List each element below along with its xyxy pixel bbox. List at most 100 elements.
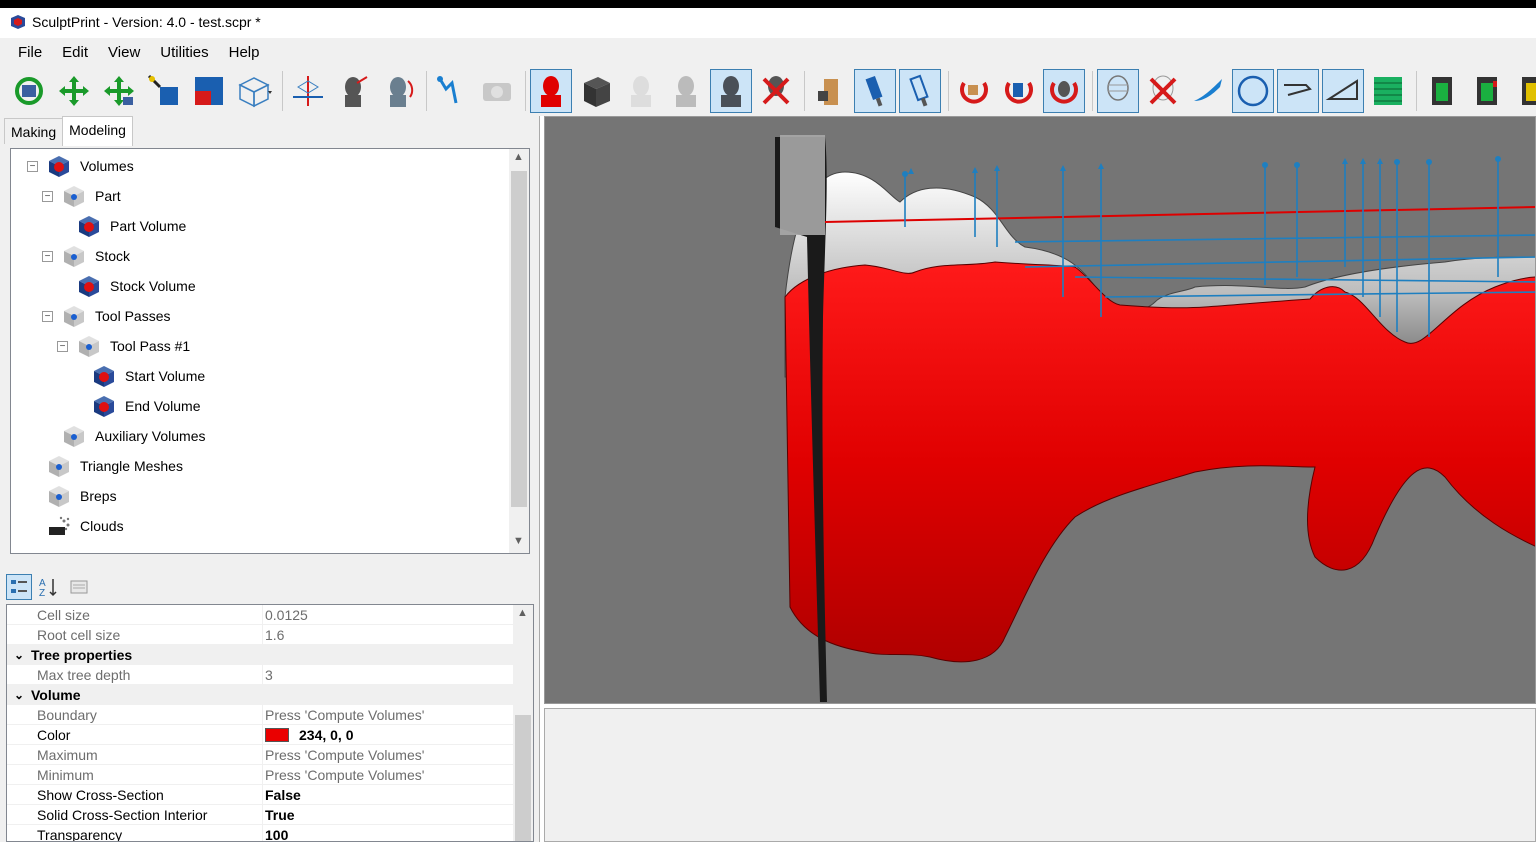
view-cube-dropdown-icon (238, 77, 272, 108)
collapse-icon[interactable]: − (42, 250, 53, 262)
angle-tool-button[interactable] (1322, 69, 1364, 113)
menu-file[interactable]: File (8, 40, 52, 65)
delete-mesh-button[interactable] (1142, 69, 1184, 113)
property-scrollbar[interactable]: ▲ (513, 605, 533, 841)
tree-item-clouds[interactable]: Clouds (27, 511, 124, 541)
chevron-down-icon[interactable]: ⌄ (7, 688, 31, 702)
categorized-view-button[interactable] (6, 574, 32, 600)
tree-item-stock[interactable]: − Stock (42, 241, 130, 271)
axis-transform-icon (293, 76, 323, 106)
tree-item-breps[interactable]: Breps (27, 481, 117, 511)
head-delete-button[interactable] (755, 69, 797, 113)
head-transform-button[interactable] (332, 69, 374, 113)
tree-item-tool-pass-1[interactable]: − Tool Pass #1 (57, 331, 190, 361)
property-grid[interactable]: Cell size 0.0125 Root cell size 1.6 ⌄ Tree pr… (6, 604, 534, 842)
property-row[interactable]: Minimum Press 'Compute Volumes' (7, 764, 513, 785)
tool-bit-button[interactable] (854, 69, 896, 113)
solid-cube-button[interactable] (575, 69, 617, 113)
head-rotate-button[interactable] (377, 69, 419, 113)
tree-item-label: Stock Volume (110, 278, 196, 294)
head-white-icon (631, 76, 651, 107)
camera-disabled-button[interactable] (476, 69, 518, 113)
layers-button[interactable] (1367, 69, 1409, 113)
yellow-box-button[interactable] (1511, 69, 1536, 113)
axis-transform-button[interactable] (287, 69, 329, 113)
3d-model-render[interactable] (545, 117, 1536, 704)
tree-item-start-volume[interactable]: Start Volume (72, 361, 205, 391)
pan-view-button[interactable] (53, 69, 95, 113)
property-row[interactable]: Cell size 0.0125 (7, 605, 513, 625)
property-row[interactable]: Show Cross-Section False (7, 784, 513, 805)
green-box-button[interactable] (1421, 69, 1463, 113)
3d-viewport[interactable] (544, 116, 1536, 704)
rotate-view-button[interactable] (8, 69, 50, 113)
prop-scroll-up-icon[interactable]: ▲ (517, 607, 528, 619)
menu-help[interactable]: Help (219, 40, 270, 65)
tool-holder-button[interactable] (899, 69, 941, 113)
property-name: Show Cross-Section (7, 784, 263, 805)
green-box-2-button[interactable] (1466, 69, 1508, 113)
prop-scroll-thumb[interactable] (515, 715, 531, 841)
fit-view-button[interactable] (188, 69, 230, 113)
color-swatch[interactable] (265, 727, 289, 742)
tab-modeling[interactable]: Modeling (62, 116, 133, 146)
view-cube-dropdown-button[interactable] (233, 69, 275, 113)
tree-item-end-volume[interactable]: End Volume (72, 391, 201, 421)
menu-view[interactable]: View (98, 40, 150, 65)
head-red-button[interactable] (530, 69, 572, 113)
tree-item-auxiliary-volumes[interactable]: Auxiliary Volumes (42, 421, 206, 451)
folder-cube-icon (64, 306, 84, 327)
head-transform-icon (345, 76, 368, 107)
scroll-down-icon[interactable]: ▼ (513, 535, 524, 547)
tree-item-part[interactable]: − Part (42, 181, 121, 211)
property-pages-button[interactable] (66, 574, 92, 600)
circle-button[interactable] (1232, 69, 1274, 113)
property-category[interactable]: ⌄ Volume (7, 685, 513, 705)
collapse-icon[interactable]: − (42, 310, 53, 322)
tree-item-triangle-meshes[interactable]: Triangle Meshes (27, 451, 183, 481)
zoom-view-button[interactable] (143, 69, 185, 113)
tree-item-volumes[interactable]: − Volumes (27, 151, 134, 181)
property-row[interactable]: Max tree depth 3 (7, 664, 513, 685)
menu-edit[interactable]: Edit (52, 40, 98, 65)
chevron-down-icon[interactable]: ⌄ (7, 648, 31, 662)
collapse-icon[interactable]: − (27, 160, 38, 172)
tree-scroll-thumb[interactable] (511, 171, 527, 507)
alphabetical-view-button[interactable]: A Z (36, 574, 62, 600)
mesh-head-button[interactable] (1097, 69, 1139, 113)
head-grey-button[interactable] (665, 69, 707, 113)
main-toolbar (0, 66, 1536, 116)
property-category[interactable]: ⌄ Tree properties (7, 645, 513, 665)
property-row[interactable]: Color 234, 0, 0 (7, 724, 513, 745)
tab-making[interactable]: Making (4, 118, 64, 144)
head-white-button[interactable] (620, 69, 662, 113)
head-dark-button[interactable] (710, 69, 752, 113)
blade-button[interactable] (1187, 69, 1229, 113)
scroll-up-icon[interactable]: ▲ (513, 151, 524, 163)
property-row[interactable]: Boundary Press 'Compute Volumes' (7, 704, 513, 725)
rotate-red-button[interactable] (953, 69, 995, 113)
modeling-tree[interactable]: − Volumes − Part Part Volume − Stock Stock Volu… (10, 148, 530, 554)
tree-item-part-volume[interactable]: Part Volume (57, 211, 186, 241)
collapse-icon[interactable]: − (57, 340, 68, 352)
property-row[interactable]: Maximum Press 'Compute Volumes' (7, 744, 513, 765)
property-value[interactable]: False (263, 785, 301, 805)
property-row[interactable]: Transparency 100 (7, 824, 513, 842)
rotate-head-button[interactable] (1043, 69, 1085, 113)
collapse-icon[interactable]: − (42, 190, 53, 202)
property-value[interactable]: True (263, 805, 295, 825)
tree-item-stock-volume[interactable]: Stock Volume (57, 271, 196, 301)
hand-tool-button[interactable] (809, 69, 851, 113)
line-tool-button[interactable] (1277, 69, 1319, 113)
move-view-button[interactable] (98, 69, 140, 113)
rotate-red-blue-button[interactable] (998, 69, 1040, 113)
property-row[interactable]: Root cell size 1.6 (7, 624, 513, 645)
tree-branch-button[interactable] (431, 69, 473, 113)
property-value[interactable]: 234, 0, 0 (299, 725, 354, 745)
property-value[interactable]: 100 (263, 825, 288, 842)
toolbar-separator (1092, 71, 1093, 111)
tree-item-tool-passes[interactable]: − Tool Passes (42, 301, 170, 331)
property-row[interactable]: Solid Cross-Section Interior True (7, 804, 513, 825)
tree-scrollbar[interactable]: ▲ ▼ (509, 149, 529, 553)
menu-utilities[interactable]: Utilities (150, 40, 218, 65)
